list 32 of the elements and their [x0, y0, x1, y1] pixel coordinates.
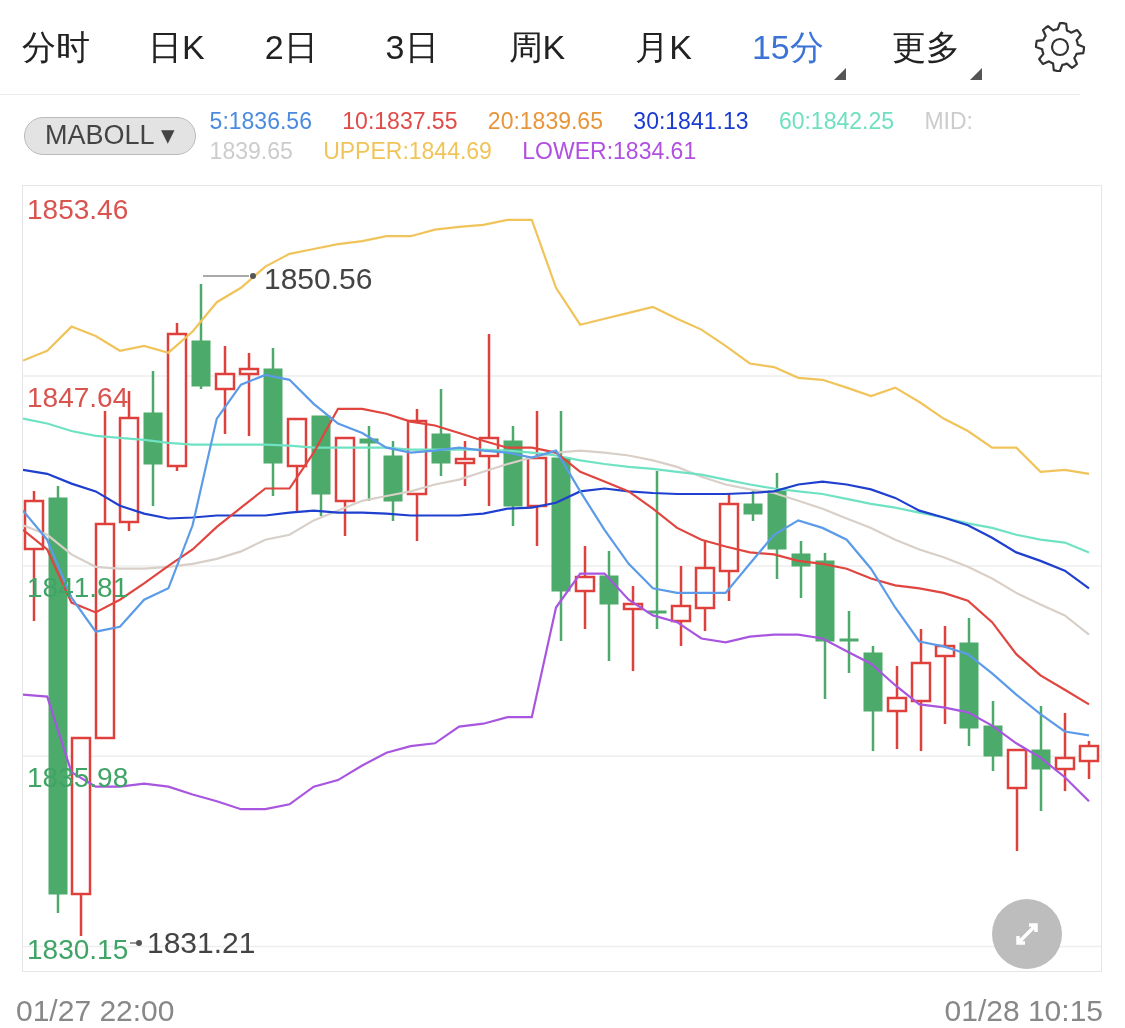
- leader-line: [202, 273, 256, 279]
- candlestick: [743, 491, 763, 521]
- legend-value: LOWER:1834.61: [522, 137, 697, 164]
- legend-value: 60:1842.25: [778, 108, 894, 134]
- candlestick: [839, 611, 859, 673]
- leader-line: [129, 940, 142, 946]
- indicator-dropdown[interactable]: MABOLL ▾: [24, 117, 196, 155]
- tab[interactable]: 分时: [22, 30, 90, 64]
- tab[interactable]: 更多: [891, 30, 960, 64]
- tab[interactable]: 月K: [635, 30, 692, 64]
- low-price-label: 1831.21: [147, 926, 256, 959]
- tab[interactable]: 15分: [751, 30, 824, 64]
- legend-value: 30:1841.13: [633, 108, 749, 134]
- candlestick: [791, 541, 811, 598]
- tab[interactable]: 2日: [264, 30, 318, 64]
- tab[interactable]: 3日: [385, 30, 439, 64]
- axis-label: 1830.15: [27, 934, 129, 965]
- candlestick: [454, 441, 476, 486]
- candlestick: [983, 701, 1003, 771]
- axis-label: 1847.64: [27, 382, 129, 413]
- tab[interactable]: 日K: [148, 30, 205, 64]
- legend-value: 20:1839.65: [487, 108, 603, 134]
- time-label: 01/27 22:00: [16, 993, 175, 1028]
- legend-value: UPPER:1844.69: [323, 137, 492, 164]
- axis-label: 1853.46: [27, 194, 129, 225]
- tab[interactable]: 周K: [508, 30, 566, 64]
- candlestick: [1078, 741, 1100, 779]
- time-label: 01/28 10:15: [944, 993, 1103, 1028]
- settings-icon[interactable]: [1032, 19, 1088, 75]
- legend-value: 10:1837.55: [342, 108, 458, 134]
- high-price-label: 1850.56: [264, 262, 373, 295]
- legend-value: 5:1836.56: [209, 108, 312, 134]
